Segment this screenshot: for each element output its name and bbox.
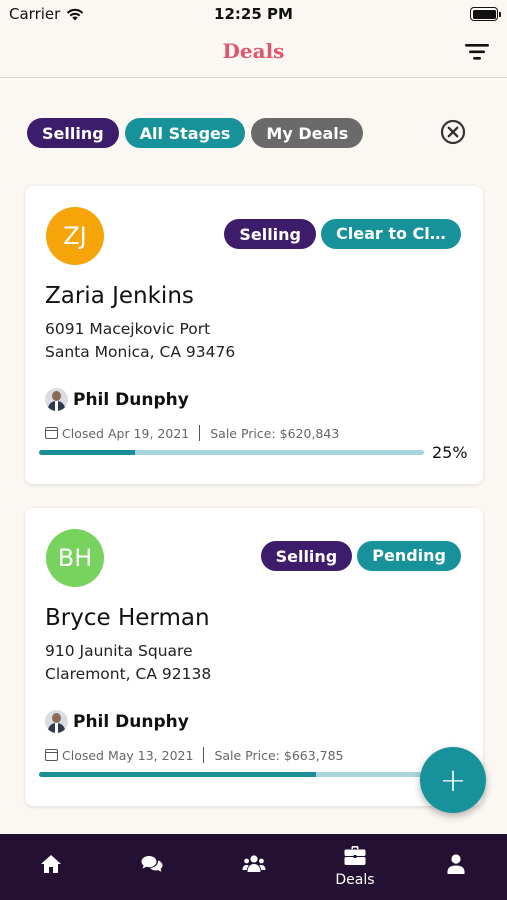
stage-badge: Clear to Clo... bbox=[321, 219, 461, 249]
agent-info: Phil Dunphy bbox=[45, 710, 189, 733]
deal-card[interactable]: ZJ Selling Clear to Clo... Zaria Jenkins… bbox=[25, 186, 483, 484]
user-icon bbox=[447, 854, 465, 874]
sale-price: Sale Price: $620,843 bbox=[210, 425, 340, 441]
page-title: Deals bbox=[222, 39, 285, 63]
briefcase-icon bbox=[344, 846, 366, 865]
tab-deals-label: Deals bbox=[335, 872, 375, 888]
agent-name: Phil Dunphy bbox=[73, 711, 189, 732]
people-icon bbox=[242, 855, 266, 872]
deal-badges: Selling Clear to Clo... bbox=[224, 219, 461, 249]
add-deal-button[interactable]: + bbox=[420, 747, 486, 813]
tab-messages[interactable] bbox=[101, 834, 202, 900]
nav-header: Deals bbox=[0, 30, 507, 78]
deal-card[interactable]: BH Selling Pending Bryce Herman 910 Jaun… bbox=[25, 508, 483, 806]
tab-home[interactable] bbox=[0, 834, 101, 900]
side-badge: Selling bbox=[260, 541, 353, 571]
contact-initials: ZJ bbox=[63, 222, 87, 250]
closed-date: Closed May 13, 2021 bbox=[62, 747, 194, 763]
filter-chip-side[interactable]: Selling bbox=[27, 118, 119, 148]
filter-chip-owner[interactable]: My Deals bbox=[251, 118, 364, 148]
clear-filters-icon[interactable] bbox=[440, 119, 466, 145]
contact-name: Zaria Jenkins bbox=[45, 283, 194, 309]
agent-avatar bbox=[45, 710, 68, 733]
plus-icon: + bbox=[439, 761, 467, 799]
agent-name: Phil Dunphy bbox=[73, 389, 189, 410]
deal-badges: Selling Pending bbox=[260, 541, 461, 571]
contact-avatar: ZJ bbox=[46, 207, 104, 265]
battery-icon bbox=[470, 7, 501, 21]
tab-profile[interactable] bbox=[406, 834, 507, 900]
agent-info: Phil Dunphy bbox=[45, 388, 189, 411]
contact-initials: BH bbox=[57, 544, 93, 572]
calendar-icon bbox=[45, 427, 58, 439]
meta-divider bbox=[203, 747, 205, 763]
address-line1: 910 Jaunita Square bbox=[45, 642, 193, 660]
calendar-icon bbox=[45, 749, 58, 761]
deal-progress-fill bbox=[39, 450, 136, 455]
status-time: 12:25 PM bbox=[214, 5, 293, 23]
chat-icon bbox=[141, 856, 163, 872]
deal-progress-track bbox=[39, 450, 424, 455]
address-line1: 6091 Macejkovic Port bbox=[45, 320, 211, 338]
deal-meta: Closed Apr 19, 2021 Sale Price: $620,843 bbox=[45, 425, 339, 441]
tab-contacts[interactable] bbox=[203, 834, 304, 900]
address-line2: Claremont, CA 92138 bbox=[45, 665, 212, 683]
filter-chip-stage[interactable]: All Stages bbox=[124, 118, 246, 148]
progress-percent: 25% bbox=[432, 443, 468, 462]
stage-badge: Pending bbox=[357, 541, 461, 571]
status-bar: Carrier 12:25 PM bbox=[0, 0, 507, 30]
closed-date: Closed Apr 19, 2021 bbox=[62, 425, 190, 441]
bottom-tab-bar: Deals bbox=[0, 834, 507, 900]
tab-deals[interactable]: Deals bbox=[304, 834, 405, 900]
filter-icon[interactable] bbox=[465, 43, 489, 61]
agent-avatar bbox=[45, 388, 68, 411]
contact-name: Bryce Herman bbox=[45, 605, 210, 631]
deal-progress-track bbox=[39, 772, 424, 777]
meta-divider bbox=[199, 425, 201, 441]
sale-price: Sale Price: $663,785 bbox=[214, 747, 344, 763]
deal-meta: Closed May 13, 2021 Sale Price: $663,785 bbox=[45, 747, 344, 763]
address-line2: Santa Monica, CA 93476 bbox=[45, 343, 236, 361]
contact-avatar: BH bbox=[46, 529, 104, 587]
home-icon bbox=[40, 855, 61, 873]
deal-progress-fill bbox=[39, 772, 317, 777]
filter-chips: Selling All Stages My Deals bbox=[27, 118, 364, 148]
side-badge: Selling bbox=[224, 219, 316, 249]
